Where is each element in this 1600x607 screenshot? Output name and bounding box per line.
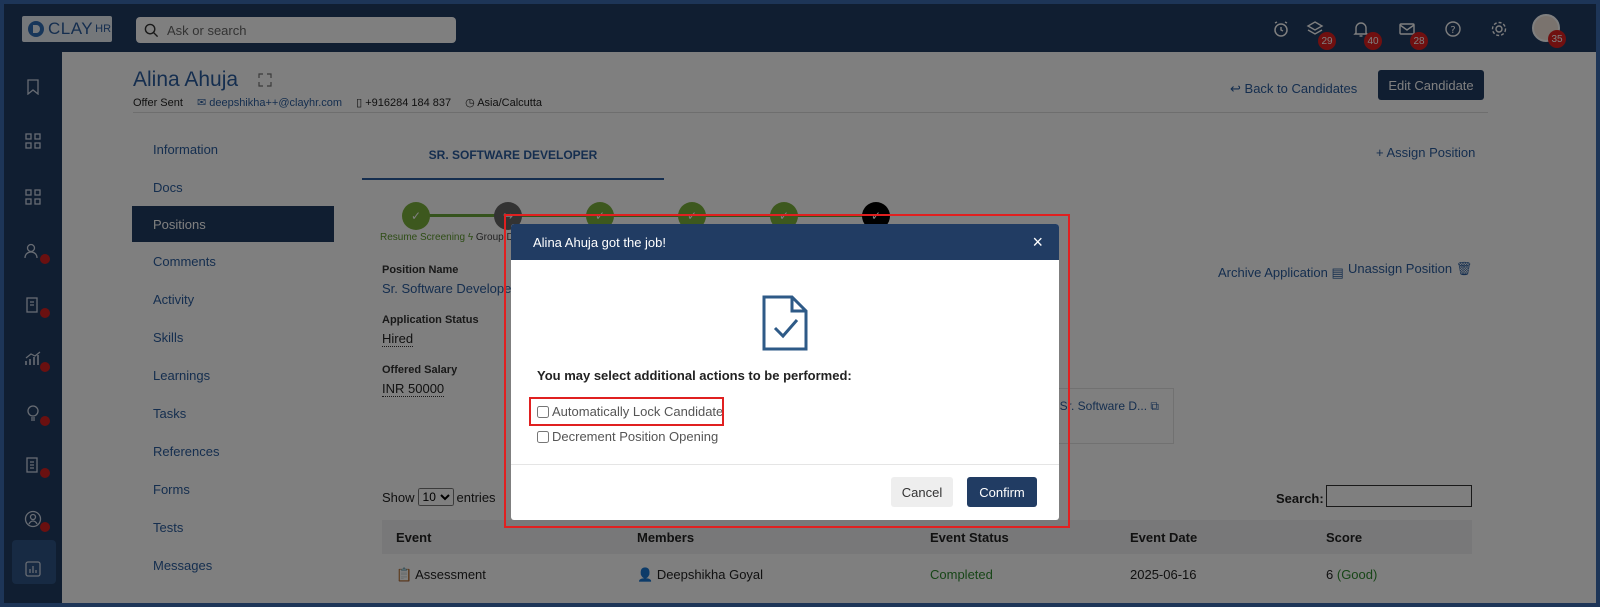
highlight-dialog-outline bbox=[504, 214, 1070, 528]
highlight-option-outline bbox=[529, 397, 724, 426]
app-frame: CLAY HR 29 40 28 ? 35 bbox=[4, 4, 1596, 603]
